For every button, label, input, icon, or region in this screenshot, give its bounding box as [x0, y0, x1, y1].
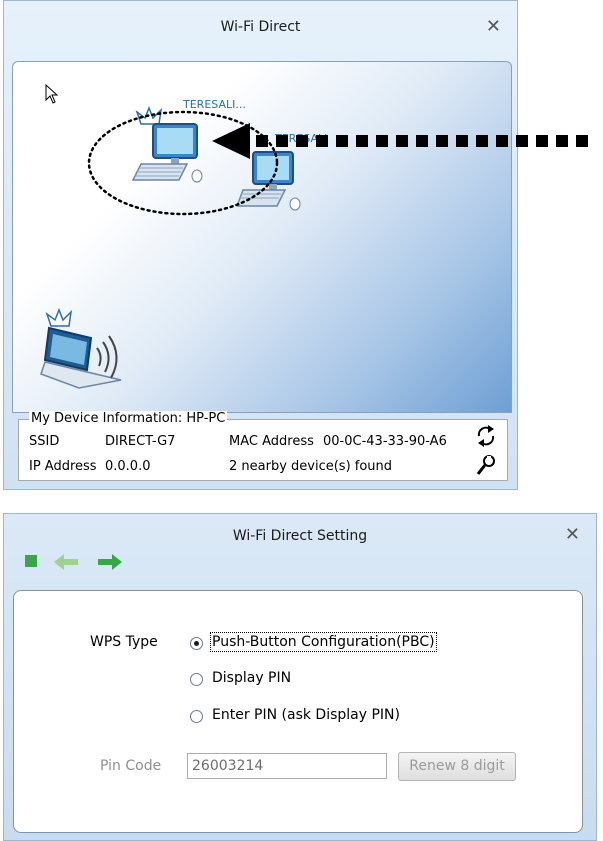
pbc-radio-label[interactable]: Push-Button Configuration(PBC): [210, 632, 437, 652]
back-arrow-icon[interactable]: [54, 554, 80, 570]
enter-pin-radio[interactable]: [190, 710, 203, 723]
window-title: Wi-Fi Direct Setting: [232, 528, 368, 544]
enter-pin-radio-label[interactable]: Enter PIN (ask Display PIN): [212, 707, 400, 723]
my-device-info-group: My Device Information: HP-PC SSID DIRECT…: [18, 411, 508, 481]
tool-icon[interactable]: [475, 454, 497, 478]
display-pin-radio-label[interactable]: Display PIN: [212, 670, 291, 686]
ssid-value: DIRECT-G7: [105, 434, 176, 449]
pin-code-label: Pin Code: [100, 758, 162, 774]
mac-address-label: MAC Address: [229, 434, 314, 449]
nearby-devices-count: 2 nearby device(s) found: [229, 459, 393, 474]
wps-type-label: WPS Type: [90, 634, 158, 650]
pin-code-input[interactable]: [187, 753, 387, 779]
settings-panel: WPS Type Push-Button Configuration(PBC) …: [13, 590, 583, 833]
pbc-radio[interactable]: [190, 637, 203, 650]
renew-pin-button[interactable]: Renew 8 digit: [398, 752, 516, 781]
refresh-icon[interactable]: [475, 424, 497, 448]
device-map-canvas: TERESALI... TERESALI: [12, 61, 512, 413]
window-title: Wi-Fi Direct: [220, 19, 301, 35]
ip-address-value: 0.0.0.0: [105, 459, 151, 474]
close-icon[interactable]: ✕: [565, 524, 580, 545]
wifi-direct-window: Wi-Fi Direct ✕ TERESALI... My Device Inf…: [3, 0, 588, 490]
ssid-label: SSID: [29, 434, 60, 449]
mac-address-value: 00-0C-43-33-90-A6: [323, 434, 447, 449]
dotted-arrow-annotation: [212, 123, 588, 159]
wifi-direct-setting-window: Wi-Fi Direct Setting ✕ WPS Type Push-But…: [3, 513, 597, 841]
group-legend: My Device Information: HP-PC: [29, 411, 228, 426]
mouse-cursor-icon: [45, 84, 59, 104]
stop-icon[interactable]: [24, 554, 38, 568]
close-icon[interactable]: ✕: [486, 16, 501, 37]
display-pin-radio[interactable]: [190, 673, 203, 686]
ip-address-label: IP Address: [29, 459, 97, 474]
laptop-wireless-icon: [40, 308, 122, 389]
forward-arrow-icon[interactable]: [96, 554, 122, 570]
